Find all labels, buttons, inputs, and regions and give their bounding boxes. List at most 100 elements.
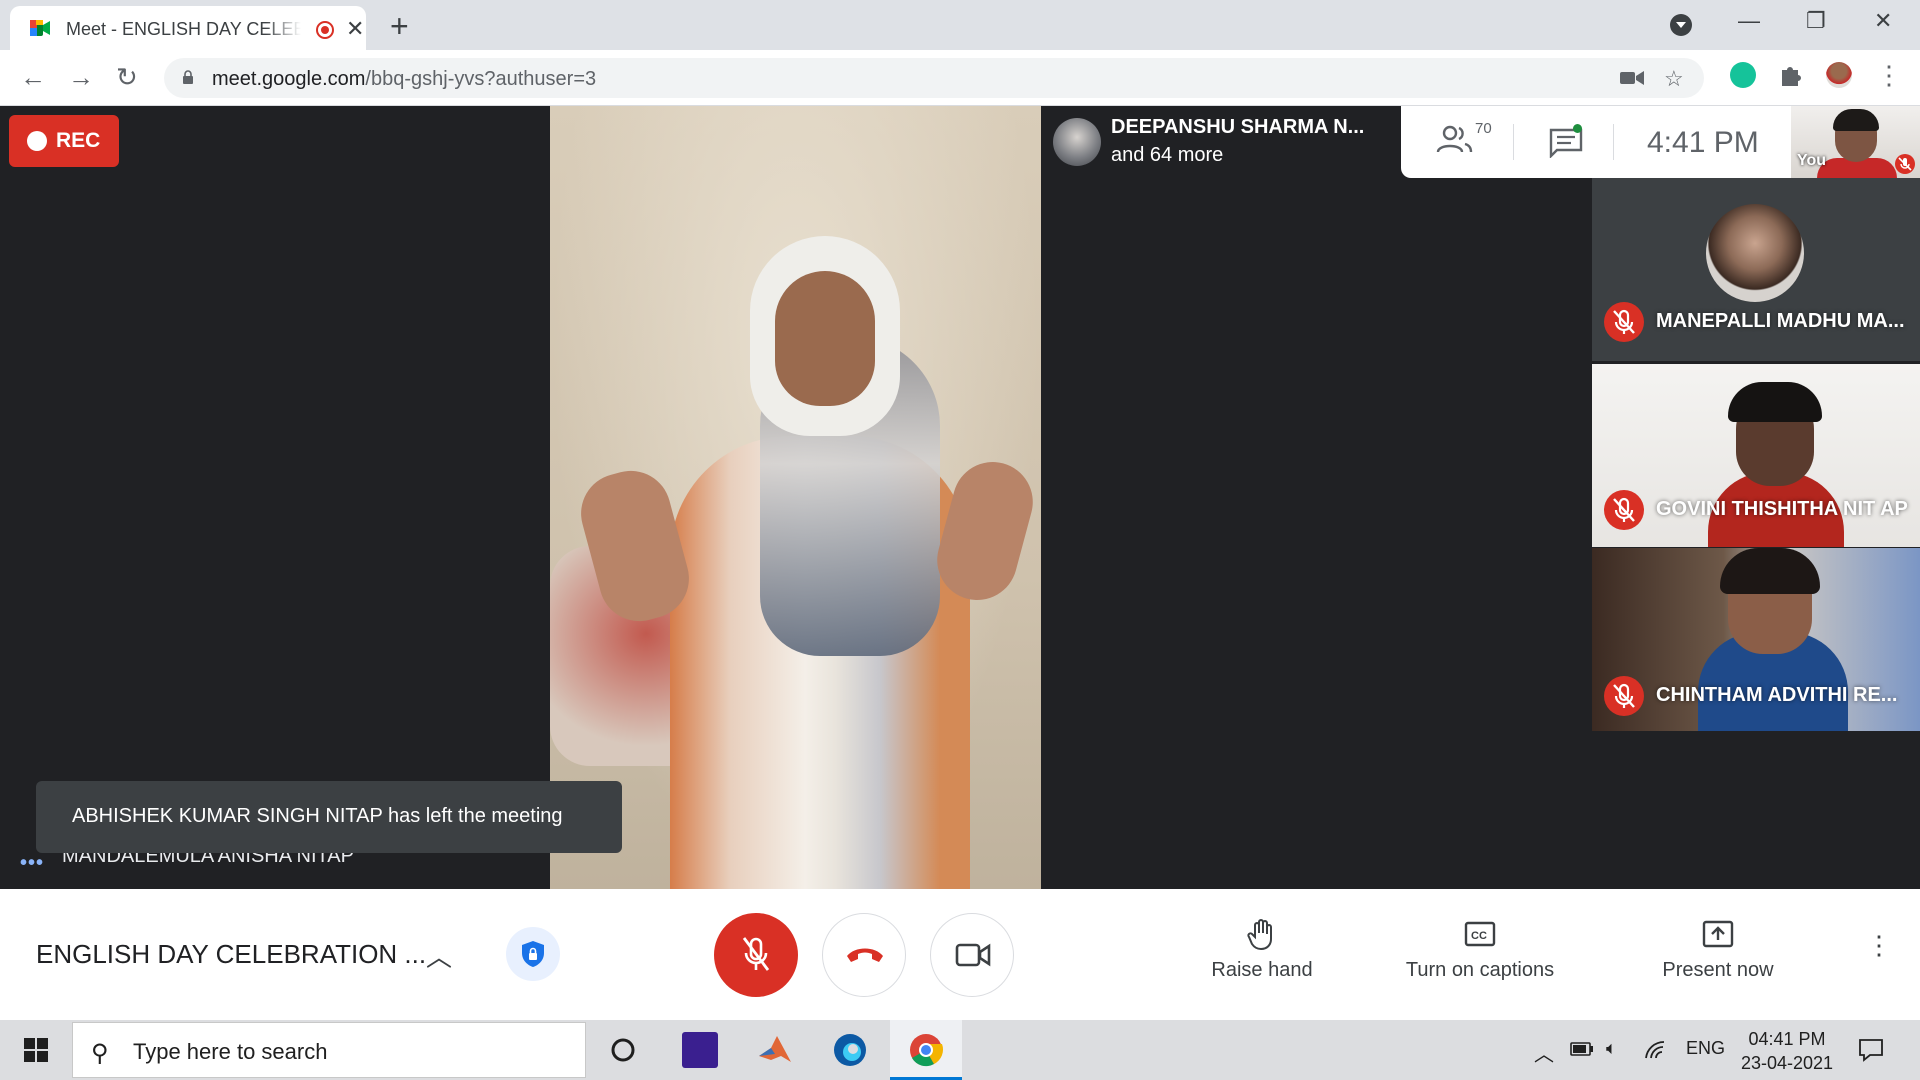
bookmark-star-icon[interactable]: ☆	[1664, 66, 1684, 92]
present-now-button[interactable]: Present now	[1640, 917, 1796, 982]
notifications-icon[interactable]	[1858, 1038, 1884, 1062]
participant-name: CHINTHAM ADVITHI RE...	[1656, 684, 1898, 706]
captions-button[interactable]: CC Turn on captions	[1390, 917, 1570, 982]
meeting-info-bar: 70 4:41 PM	[1401, 106, 1791, 178]
leave-call-button[interactable]	[822, 913, 906, 997]
self-view-tile[interactable]: You	[1791, 106, 1920, 178]
google-meet-icon	[30, 20, 50, 36]
browser-toolbar: ← → ↻ meet.google.com/bbq-gshj-yvs?authu…	[0, 50, 1920, 106]
restore-button[interactable]: ❐	[1806, 8, 1826, 34]
participant-count: 70	[1475, 120, 1492, 137]
tab-title: Meet - ENGLISH DAY CELEBRATION	[66, 19, 301, 39]
extensions-puzzle-icon[interactable]	[1778, 62, 1804, 88]
windows-start-icon[interactable]	[24, 1038, 48, 1062]
recording-label: REC	[56, 129, 101, 152]
recording-icon	[316, 21, 334, 39]
raise-hand-icon	[1247, 919, 1272, 951]
volume-icon[interactable]: 🔈︎	[1606, 1038, 1617, 1059]
grammarly-icon[interactable]	[1730, 62, 1756, 88]
cortana-icon[interactable]	[605, 1032, 641, 1068]
participant-tile[interactable]: GOVINI THISHITHA NIT AP	[1592, 364, 1920, 547]
host-controls-button[interactable]	[506, 927, 560, 981]
edge-icon[interactable]	[832, 1032, 868, 1068]
notification-toast: ABHISHEK KUMAR SINGH NITAP has left the …	[36, 781, 622, 853]
taskbar-search[interactable]: ⚲ Type here to search	[72, 1022, 586, 1078]
presenter-info[interactable]: DEEPANSHU SHARMA N... and 64 more	[1041, 106, 1401, 178]
recording-badge: REC	[9, 115, 119, 167]
self-label: You	[1797, 152, 1827, 169]
raise-hand-button[interactable]: Raise hand	[1192, 917, 1332, 982]
raise-hand-label: Raise hand	[1211, 959, 1313, 981]
shield-lock-icon	[522, 941, 544, 967]
search-placeholder: Type here to search	[133, 1039, 328, 1064]
mic-off-icon	[742, 937, 770, 971]
speaker-face	[775, 271, 875, 406]
clock-time: 04:41 PM	[1748, 1029, 1826, 1049]
microphone-toggle-button[interactable]	[714, 913, 798, 997]
hang-up-icon	[847, 948, 883, 962]
back-icon[interactable]: ←	[20, 62, 46, 93]
matlab-icon[interactable]	[757, 1032, 793, 1068]
meeting-controls-bar: ENGLISH DAY CELEBRATION ... ︿ Raise hand…	[0, 889, 1920, 1020]
clock-date: 23-04-2021	[1740, 1053, 1834, 1073]
people-icon[interactable]	[1435, 124, 1475, 154]
speaking-indicator-icon: •••	[20, 852, 45, 874]
profile-avatar[interactable]	[1826, 62, 1852, 88]
participant-name: MANEPALLI MADHU MA...	[1656, 310, 1905, 332]
svg-text:CC: CC	[1471, 930, 1487, 942]
search-icon: ⚲	[91, 1040, 109, 1067]
windows-taskbar: ⚲ Type here to search ︿ 🔈︎ ENG 04:41 PM …	[0, 1020, 1920, 1080]
participant-tile[interactable]: MANEPALLI MADHU MA...	[1592, 178, 1920, 361]
presenter-name: DEEPANSHU SHARMA N...	[1111, 116, 1365, 138]
record-dot-icon	[27, 131, 47, 151]
input-language[interactable]: ENG	[1686, 1038, 1725, 1059]
participant-avatar	[1706, 204, 1804, 302]
url-text: meet.google.com/bbq-gshj-yvs?authuser=3	[212, 68, 596, 91]
presenter-more: and 64 more	[1111, 144, 1224, 166]
browser-tab[interactable]: Meet - ENGLISH DAY CELEBRATION ✕	[10, 6, 366, 50]
toast-text: ABHISHEK KUMAR SINGH NITAP has left the …	[72, 805, 563, 827]
minimize-button[interactable]: —	[1738, 8, 1760, 34]
tab-search-icon[interactable]	[1670, 14, 1692, 36]
camera-in-use-icon[interactable]	[1620, 70, 1644, 86]
chrome-taskbar-button[interactable]	[890, 1020, 962, 1080]
show-hidden-icons-icon[interactable]: ︿	[1534, 1038, 1554, 1067]
video-camera-icon	[955, 943, 991, 967]
present-screen-icon	[1702, 920, 1734, 948]
meeting-title[interactable]: ENGLISH DAY CELEBRATION ...	[36, 939, 426, 970]
active-speaker-video[interactable]	[550, 106, 1041, 889]
amazon-music-icon[interactable]	[682, 1032, 718, 1068]
participant-hair	[1720, 548, 1820, 594]
wifi-icon[interactable]	[1644, 1040, 1666, 1060]
tab-strip: Meet - ENGLISH DAY CELEBRATION ✕ + — ❐ ✕	[0, 0, 1920, 50]
reload-icon[interactable]: ↻	[116, 62, 138, 93]
participant-name: GOVINI THISHITHA NIT AP	[1656, 498, 1908, 520]
closed-captions-icon: CC	[1464, 921, 1496, 947]
captions-label: Turn on captions	[1405, 959, 1555, 981]
system-clock[interactable]: 04:41 PM 23-04-2021	[1732, 1027, 1842, 1075]
divider	[1613, 124, 1614, 160]
url-path: /bbq-gshj-yvs?authuser=3	[365, 68, 597, 90]
close-tab-icon[interactable]: ✕	[346, 16, 364, 42]
muted-mic-icon	[1604, 302, 1644, 342]
participant-headphones	[1728, 382, 1822, 422]
participant-tile[interactable]: CHINTHAM ADVITHI RE...	[1592, 548, 1920, 731]
address-bar[interactable]: meet.google.com/bbq-gshj-yvs?authuser=3 …	[164, 58, 1704, 98]
forward-icon[interactable]: →	[68, 62, 94, 93]
chevron-up-icon[interactable]: ︿	[426, 937, 452, 974]
browser-menu-icon[interactable]: ⋮	[1876, 60, 1902, 91]
muted-mic-icon	[1604, 490, 1644, 530]
lock-icon	[183, 70, 193, 84]
close-window-button[interactable]: ✕	[1874, 8, 1892, 34]
url-host: meet.google.com	[212, 68, 366, 90]
meet-stage: REC ••• MANDALEMULA ANISHA NITAP ABHISHE…	[0, 106, 1920, 889]
muted-mic-icon	[1604, 676, 1644, 716]
new-tab-button[interactable]: +	[390, 8, 409, 45]
presenter-avatar	[1053, 118, 1101, 166]
divider	[1513, 124, 1514, 160]
battery-icon[interactable]	[1570, 1042, 1594, 1056]
camera-toggle-button[interactable]	[930, 913, 1014, 997]
present-label: Present now	[1662, 959, 1774, 981]
meeting-clock: 4:41 PM	[1647, 126, 1759, 159]
more-options-icon[interactable]: ⋮	[1866, 932, 1892, 958]
